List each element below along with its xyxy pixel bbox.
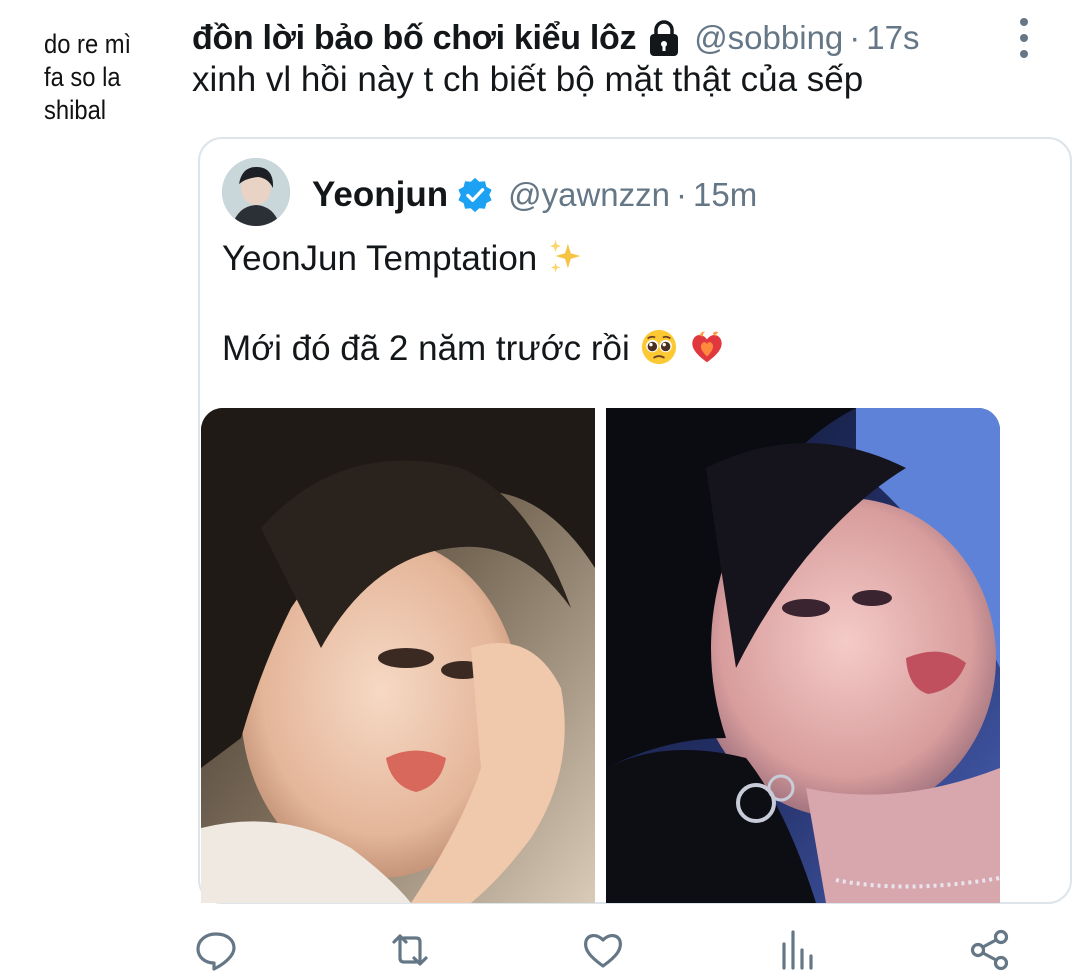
quoted-text: Mới đó đã 2 năm trước rồi <box>222 329 630 368</box>
quoted-photo[interactable] <box>201 408 595 903</box>
tweet-action-bar <box>0 920 1080 976</box>
heart-on-fire-icon <box>692 331 722 363</box>
quoted-tweet-header: Yeonjun @yawnzzn · 15m <box>312 170 757 220</box>
separator-dot: · <box>676 176 688 213</box>
sparkles-icon <box>550 239 581 273</box>
author-handle[interactable]: @sobbing <box>694 19 843 57</box>
quoted-text: YeonJun Temptation <box>222 239 538 278</box>
quoted-photo[interactable] <box>606 408 1000 903</box>
tweet-header: đồn lời bảo bố chơi kiểu lôz @sobbing · … <box>192 14 1010 62</box>
reply-icon[interactable] <box>194 928 238 972</box>
quoted-text-line: YeonJun Temptation <box>222 238 585 279</box>
retweet-icon[interactable] <box>388 928 432 972</box>
heart-icon[interactable] <box>581 928 625 972</box>
lock-icon <box>650 20 679 56</box>
pleading-face-icon <box>641 329 676 365</box>
verified-badge-icon <box>458 177 492 213</box>
quoted-author-avatar[interactable] <box>222 158 290 226</box>
separator-dot: · <box>849 19 861 56</box>
quoted-display-name[interactable]: Yeonjun <box>312 175 448 215</box>
quoted-handle[interactable]: @yawnzzn <box>508 176 670 214</box>
quoted-timestamp[interactable]: 15m <box>693 176 757 214</box>
avatar-line: fa so la <box>44 62 121 92</box>
author-avatar[interactable]: do re mì fa so la shibal <box>44 28 150 127</box>
analytics-icon[interactable] <box>776 928 820 972</box>
share-icon[interactable] <box>968 928 1012 972</box>
avatar-line: do re mì <box>44 29 132 59</box>
avatar-line: shibal <box>44 95 107 125</box>
quoted-text-line: Mới đó đã 2 năm trước rồi <box>222 328 726 369</box>
more-options-icon[interactable] <box>1012 18 1036 58</box>
tweet-timestamp[interactable]: 17s <box>866 19 919 57</box>
author-display-name[interactable]: đồn lời bảo bố chơi kiểu lôz <box>192 19 636 58</box>
tweet-text: xinh vl hồi này t ch biết bộ mặt thật củ… <box>192 60 864 99</box>
